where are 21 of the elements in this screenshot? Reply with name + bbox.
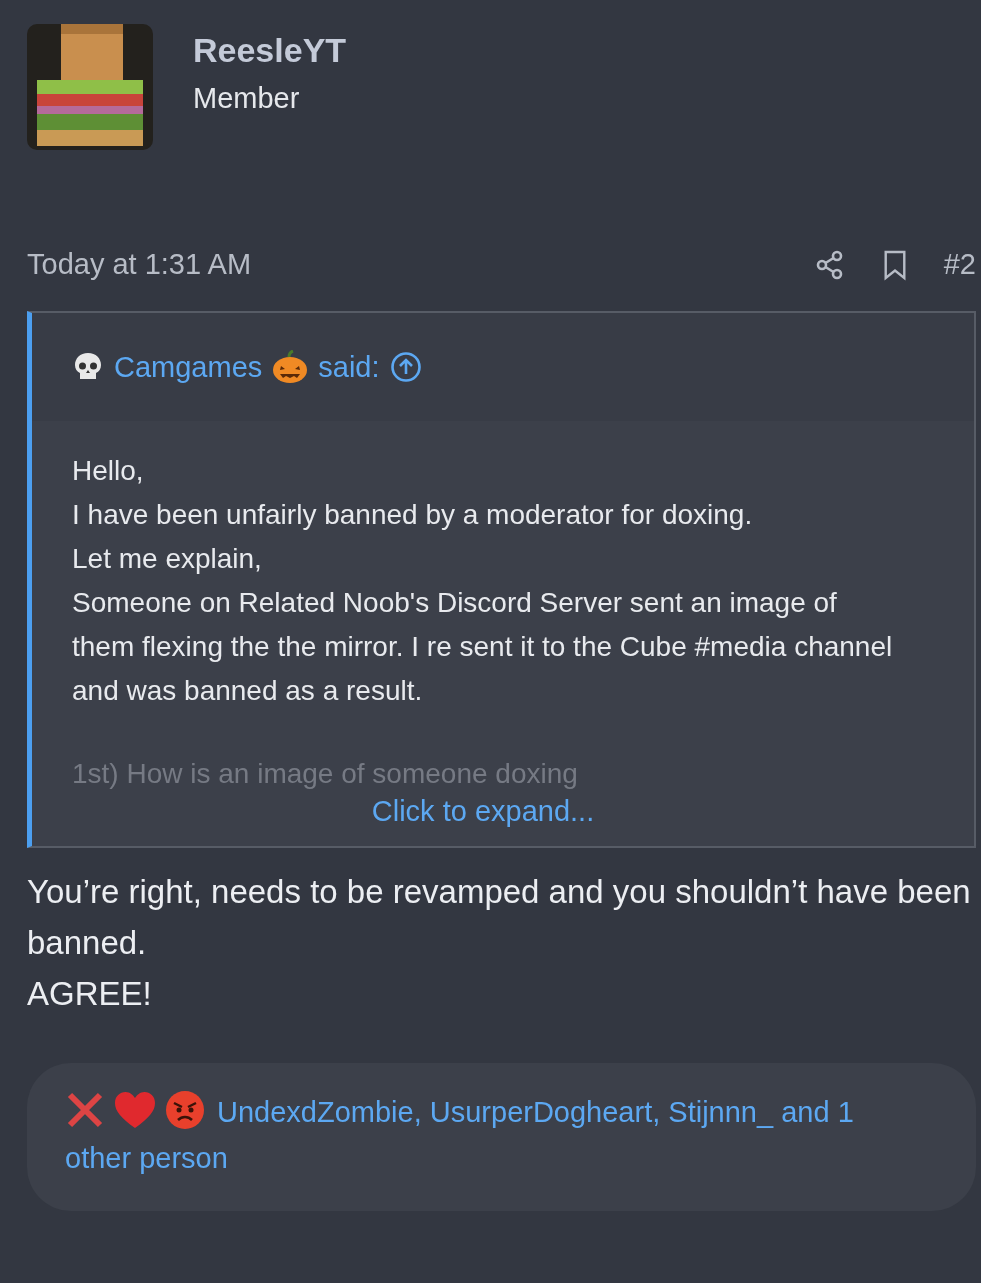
quote-author[interactable]: Camgames: [114, 350, 263, 384]
quote-text: Hello,: [72, 454, 145, 488]
quote-text: Someone on Related Noob's Discord Server sent an image of them flexing the the mirror. I re sent it to the Cube #media channel and was banned as a result.: [72, 586, 894, 708]
post-time[interactable]: Today at 1:31 AM: [27, 248, 252, 281]
reaction-users-link[interactable]: UndexdZombie, UsurperDogheart, Stijnnn_ and 1 other person: [65, 1089, 906, 1181]
heart-icon: [113, 1090, 157, 1130]
angry-face-icon: [165, 1090, 205, 1130]
arrow-up-circle-icon[interactable]: [389, 351, 422, 383]
pumpkin-icon: [272, 350, 309, 384]
cross-icon: [65, 1090, 105, 1130]
username[interactable]: ReesleYT: [193, 28, 347, 72]
reactions-bar[interactable]: UndexdZombie, UsurperDogheart, Stijnnn_ and 1 other person: [27, 1063, 976, 1211]
quote-text: Let me explain,: [72, 542, 263, 576]
post-number[interactable]: #2: [943, 248, 976, 281]
post-text: You’re right, needs to be revamped and you shouldn’t have been banned.: [27, 872, 972, 963]
expand-link[interactable]: Click to expand...: [371, 795, 595, 827]
user-role: Member: [193, 81, 301, 116]
said-label[interactable]: said:: [318, 350, 380, 384]
quote-text: I have been unfairly banned by a moderator for doxing.: [72, 498, 754, 532]
post-text: AGREE!: [27, 974, 153, 1014]
quote-text: 1st) How is an image of someone doxing: [72, 757, 579, 791]
